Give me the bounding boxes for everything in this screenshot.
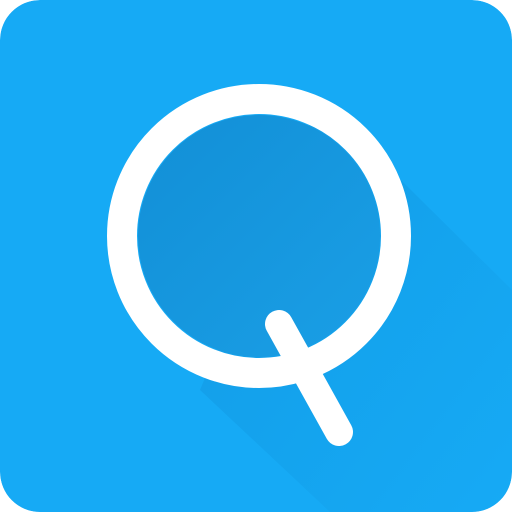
app-icon[interactable] xyxy=(0,0,512,512)
q-letter-icon xyxy=(0,0,512,512)
q-inner-disc xyxy=(138,115,380,357)
